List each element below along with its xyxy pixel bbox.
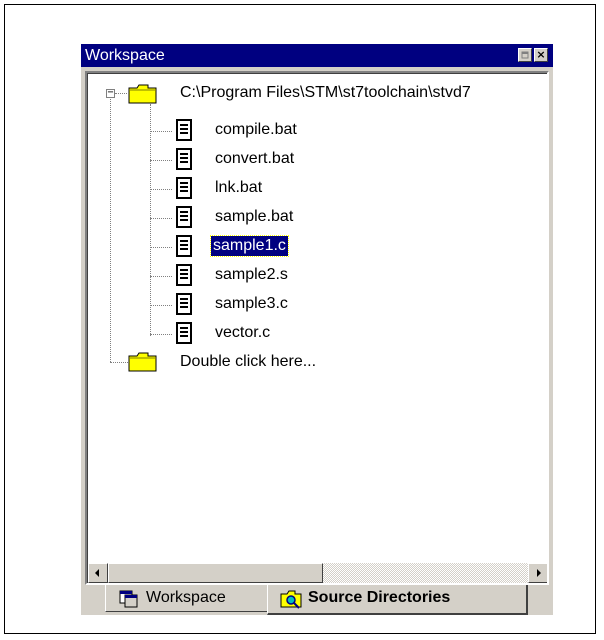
- file-icon: [176, 119, 192, 141]
- tree-connector-root: [110, 94, 111, 362]
- tab-workspace-label: Workspace: [146, 589, 226, 606]
- tree-connector: [115, 93, 127, 94]
- tree-connector: [110, 362, 128, 363]
- file-icon: [176, 293, 192, 315]
- scrollbar-track[interactable]: [323, 563, 528, 583]
- horizontal-scrollbar[interactable]: [88, 563, 547, 583]
- tree-file-sample3[interactable]: sample3.c: [213, 294, 290, 314]
- tree-connector: [150, 334, 172, 335]
- tree-file-vector[interactable]: vector.c: [213, 323, 272, 343]
- arrow-right-icon: [537, 569, 541, 577]
- scrollbar-thumb[interactable]: [108, 563, 323, 583]
- tab-source-directories-label: Source Directories: [308, 589, 451, 606]
- tree-connector: [150, 189, 172, 190]
- scroll-right-button[interactable]: [528, 563, 547, 583]
- tree-file-sample-bat[interactable]: sample.bat: [213, 207, 295, 227]
- scroll-left-button[interactable]: [88, 563, 108, 583]
- tree-root-label[interactable]: C:\Program Files\STM\st7toolchain\stvd7: [178, 83, 473, 103]
- file-icon: [176, 177, 192, 199]
- tree-connector: [150, 160, 172, 161]
- tree-connector: [150, 247, 172, 248]
- file-icon: [176, 264, 192, 286]
- restore-button[interactable]: [518, 48, 532, 62]
- tree-file-lnk[interactable]: lnk.bat: [213, 178, 264, 198]
- close-icon: ×: [536, 48, 546, 61]
- window-titlebar[interactable]: Workspace ×: [81, 44, 553, 67]
- tree-add-directory[interactable]: Double click here...: [178, 352, 318, 372]
- root-expander[interactable]: −: [106, 88, 115, 98]
- tab-workspace[interactable]: Workspace: [105, 585, 268, 612]
- restore-icon: [521, 51, 529, 59]
- file-icon: [176, 235, 192, 257]
- tree-connector: [150, 131, 172, 132]
- source-directories-icon: [280, 590, 302, 609]
- workspace-window: Workspace × − C:\Program Files\STM\st7to…: [81, 44, 553, 615]
- tab-source-directories[interactable]: Source Directories: [267, 585, 528, 615]
- file-icon: [176, 322, 192, 344]
- file-icon: [176, 206, 192, 228]
- tree-connector: [150, 305, 172, 306]
- tree-file-compile[interactable]: compile.bat: [213, 120, 299, 140]
- figure-frame: Workspace × − C:\Program Files\STM\st7to…: [4, 4, 596, 634]
- tab-bar: Workspace Source Directories: [81, 585, 553, 615]
- folder-icon: [128, 352, 157, 372]
- folder-icon: [128, 84, 157, 104]
- tree-file-sample2[interactable]: sample2.s: [213, 265, 290, 285]
- close-button[interactable]: ×: [534, 48, 548, 62]
- tree-panel: − C:\Program Files\STM\st7toolchain\stvd…: [85, 71, 549, 585]
- tree-file-convert[interactable]: convert.bat: [213, 149, 296, 169]
- workspace-icon: [119, 590, 138, 608]
- window-title: Workspace: [85, 47, 165, 64]
- tree-connector-children: [150, 104, 151, 336]
- tree-file-sample1[interactable]: sample1.c: [210, 235, 289, 257]
- tree-connector: [150, 218, 172, 219]
- tree-view[interactable]: − C:\Program Files\STM\st7toolchain\stvd…: [88, 74, 547, 554]
- arrow-left-icon: [95, 569, 99, 577]
- file-icon: [176, 148, 192, 170]
- tree-connector: [150, 276, 172, 277]
